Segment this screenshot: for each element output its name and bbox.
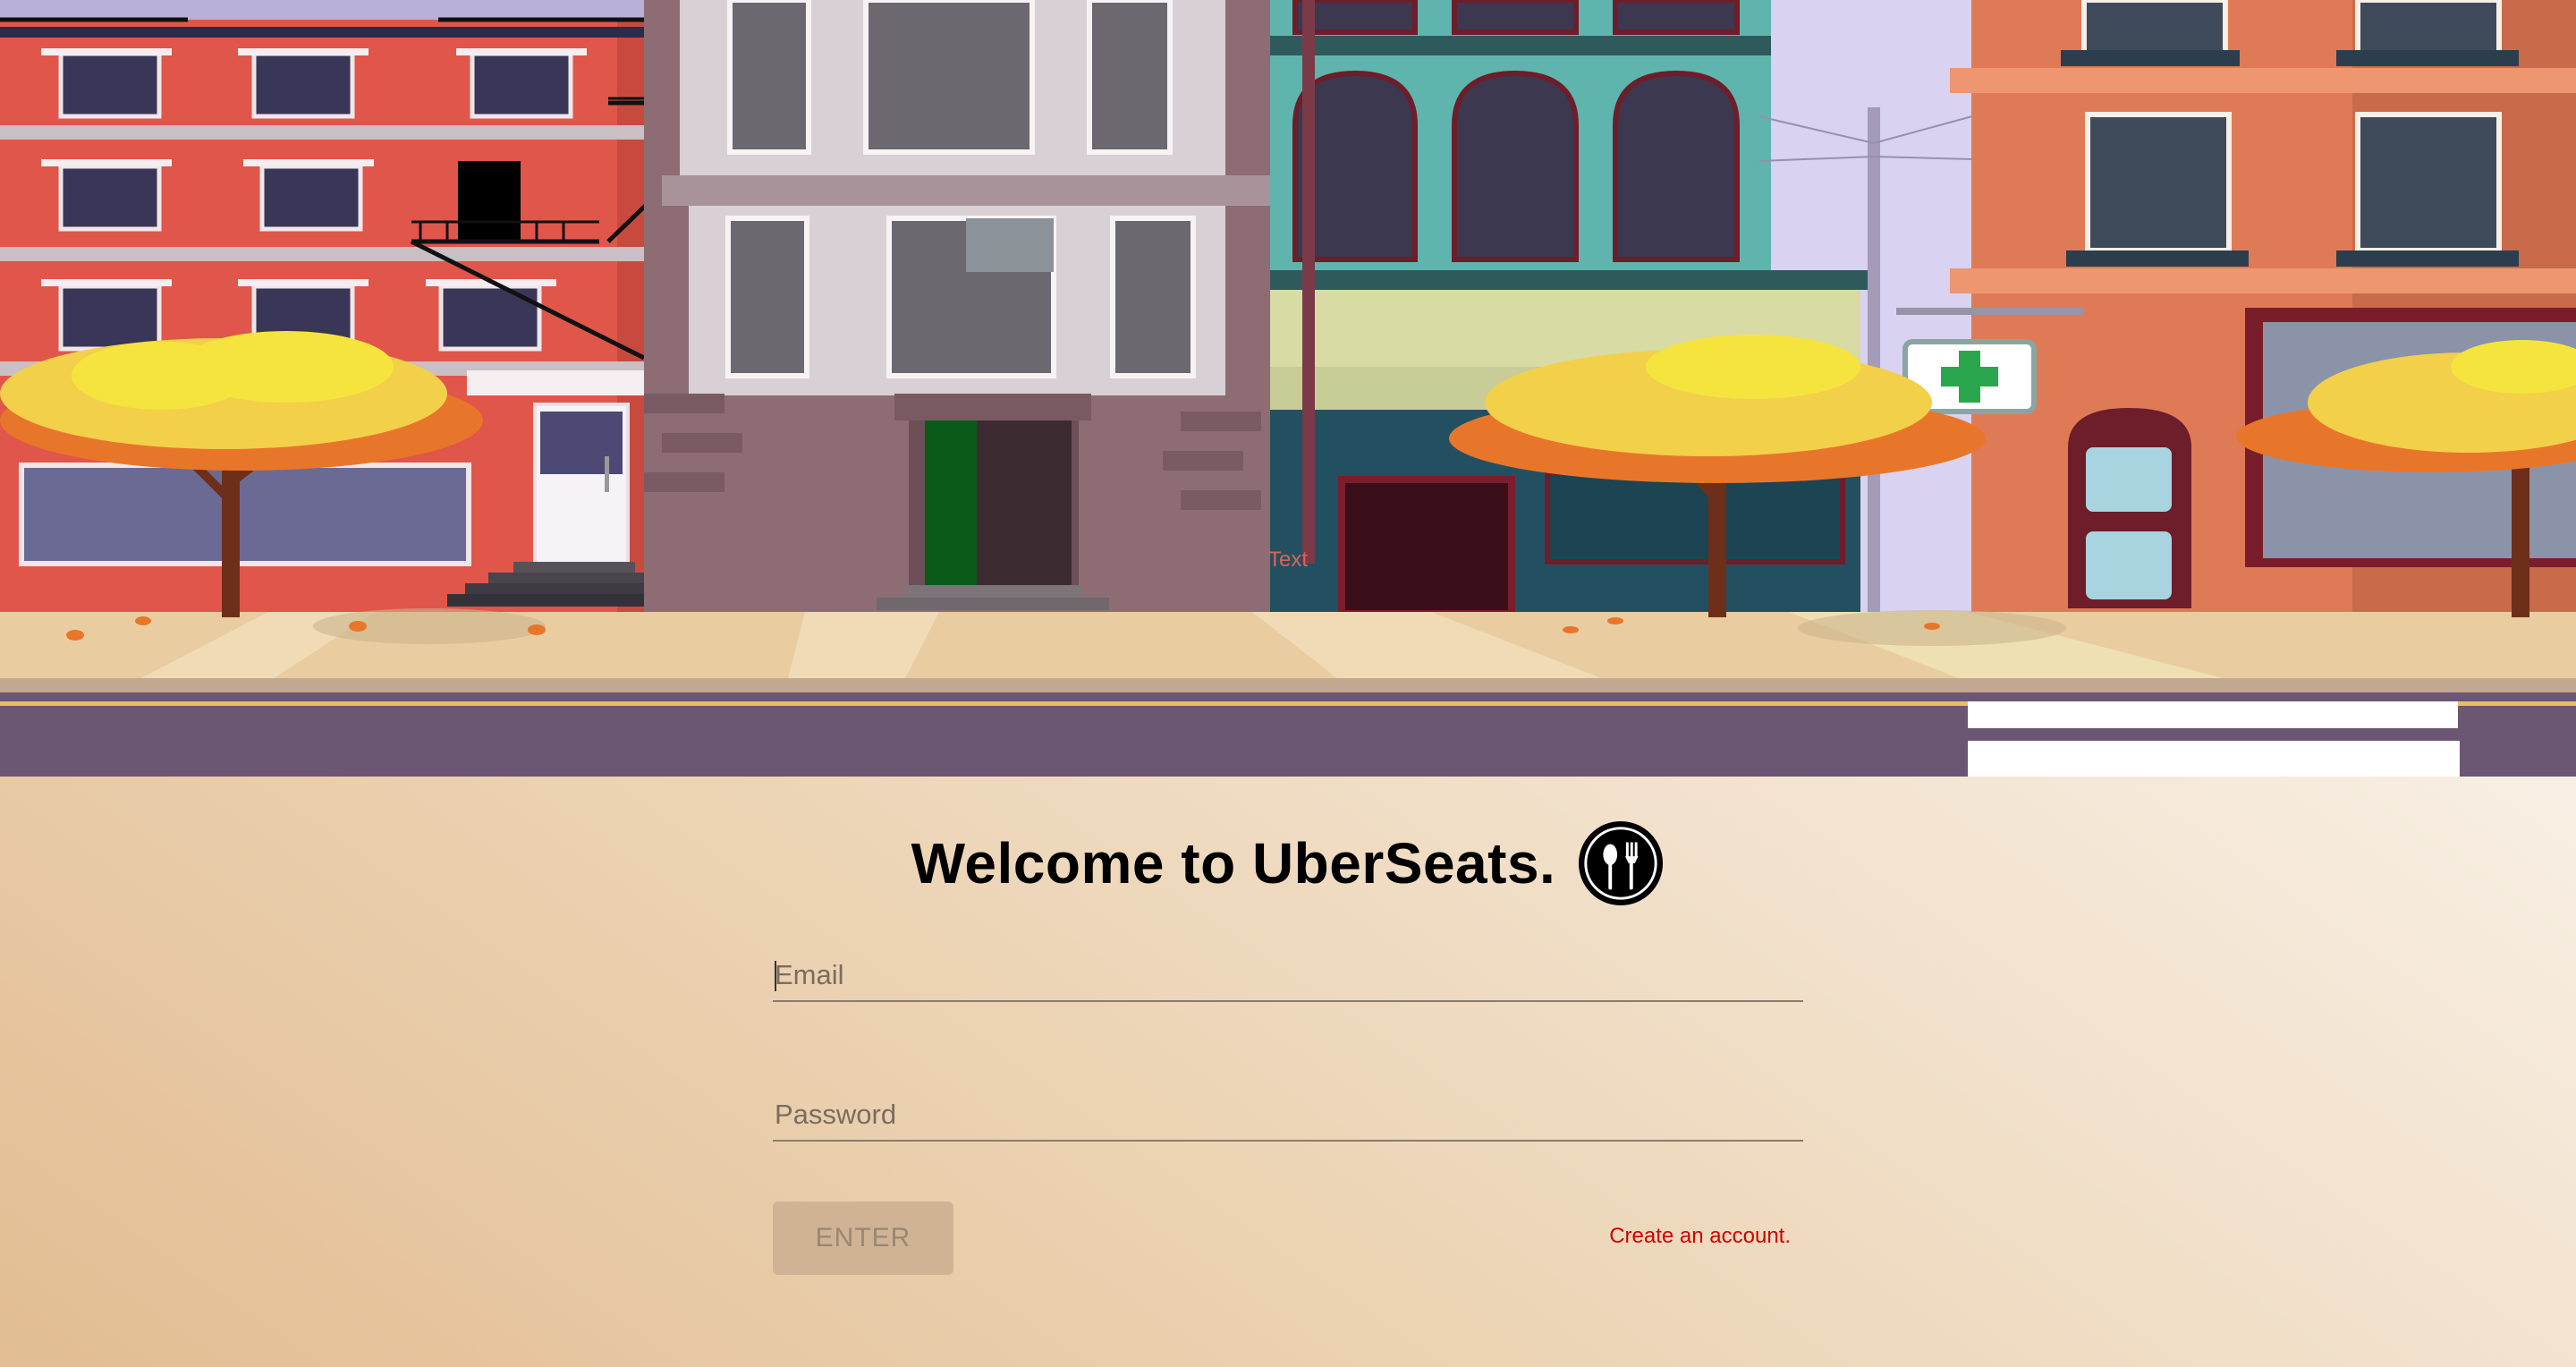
orange-building (1896, 0, 2576, 617)
street-scene-illustration (0, 0, 2576, 777)
login-panel: Welcome to UberSeats. ENTER Create an ac… (0, 777, 2576, 1367)
text-caret (775, 961, 776, 991)
email-field-wrapper (773, 952, 1807, 1002)
password-field[interactable] (773, 1091, 1807, 1138)
stray-text-label: Text (1268, 548, 1309, 572)
password-field-wrapper (773, 1091, 1807, 1142)
title-row: Welcome to UberSeats. (0, 819, 2576, 907)
enter-button[interactable]: ENTER (773, 1201, 953, 1275)
spoon-fork-plate-icon (1579, 820, 1664, 906)
white-building (644, 0, 1279, 617)
email-field[interactable] (773, 952, 1807, 998)
page-title: Welcome to UberSeats. (911, 831, 1556, 896)
create-account-link[interactable]: Create an account. (1609, 1224, 1791, 1249)
